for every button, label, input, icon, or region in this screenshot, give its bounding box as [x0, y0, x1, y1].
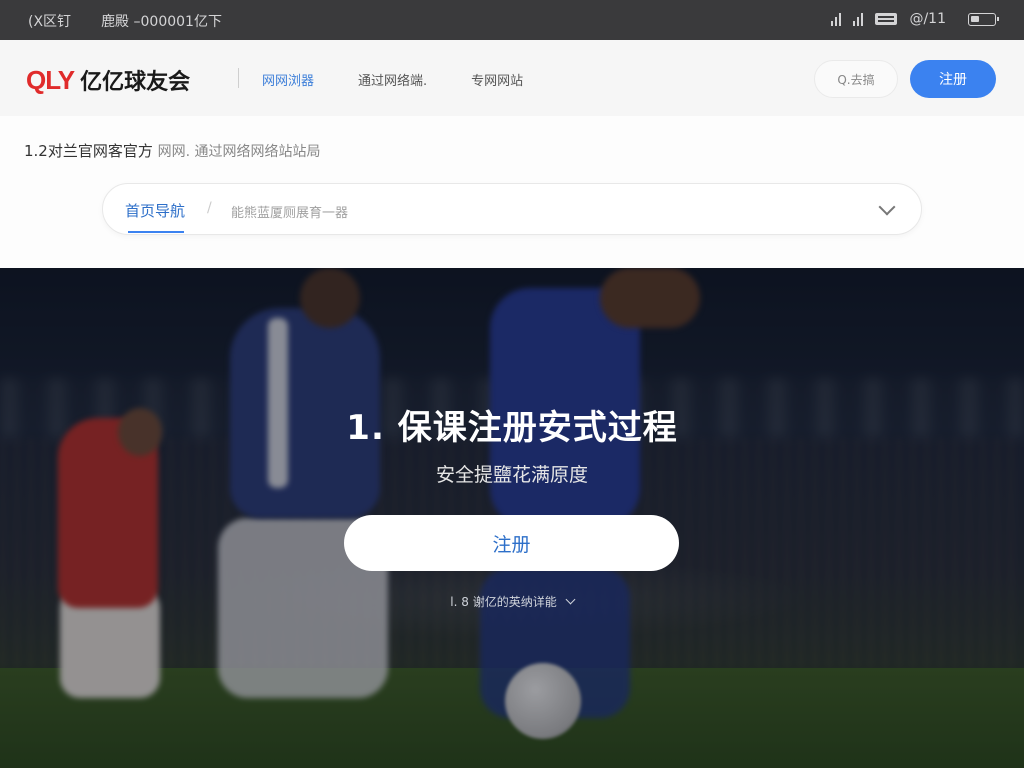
search-label: Q.去搞	[837, 72, 875, 87]
nav-item-1[interactable]: 网网浏器	[262, 70, 314, 89]
chevron-down-icon	[565, 594, 576, 605]
status-left-label: (X区钉	[28, 14, 72, 30]
search-button[interactable]: Q.去搞	[814, 60, 898, 98]
site-header: QLY 亿亿球友会 网网浏器 通过网络端. 专网网站 Q.去搞 注册	[0, 40, 1024, 116]
header-divider	[238, 68, 239, 88]
hero-subtitle: 安全提鹽花满原度	[435, 464, 588, 486]
main-nav: 网网浏器 通过网络端. 专网网站	[262, 70, 523, 89]
status-carrier-text: 鹿殿 –000001亿下	[101, 14, 222, 30]
signal-icon	[831, 12, 842, 26]
site-logo[interactable]: QLY 亿亿球友会	[26, 64, 190, 96]
sim-card-icon	[875, 13, 898, 25]
status-bar: (X区钉 鹿殿 –000001亿下 @/11	[0, 0, 1024, 40]
nav-item-2[interactable]: 通过网络端.	[358, 70, 427, 89]
logo-name: 亿亿球友会	[80, 70, 191, 95]
intro-muted-text: 网网. 通过网络网络站站局	[157, 144, 321, 160]
chevron-down-icon[interactable]	[878, 198, 896, 216]
logo-mark: QLY	[26, 65, 75, 95]
hero-hint[interactable]: l. 8 谢亿的英纳详能	[0, 593, 1024, 610]
hero-register-button[interactable]: 注册	[344, 515, 679, 571]
nav-selector[interactable]: 首页导航 / 能熊蓝厦厕展育一器	[102, 183, 922, 235]
tab-active-underline	[128, 231, 184, 233]
register-button[interactable]: 注册	[910, 60, 996, 98]
signal-secondary-icon	[853, 12, 864, 26]
page-intro: 1.2对兰官网客官方 网网. 通过网络网络站站局	[24, 140, 321, 161]
status-time: @/11	[909, 11, 946, 27]
battery-icon	[968, 12, 999, 26]
tab-home-nav[interactable]: 首页导航	[125, 200, 185, 221]
hero-banner: 1. 保课注册安式过程 安全提鹽花满原度 注册 l. 8 谢亿的英纳详能	[0, 268, 1024, 768]
breadcrumb-separator: /	[207, 200, 212, 216]
hero-title: 1. 保课注册安式过程	[346, 408, 678, 448]
sub-area: 1.2对兰官网客官方 网网. 通过网络网络站站局 首页导航 / 能熊蓝厦厕展育一…	[0, 116, 1024, 268]
nav-sub-text: 能熊蓝厦厕展育一器	[231, 206, 349, 221]
hero-hint-text: l. 8 谢亿的英纳详能	[450, 595, 557, 609]
nav-item-3[interactable]: 专网网站	[471, 70, 523, 89]
intro-main-text: 1.2对兰官网客官方	[24, 142, 153, 160]
